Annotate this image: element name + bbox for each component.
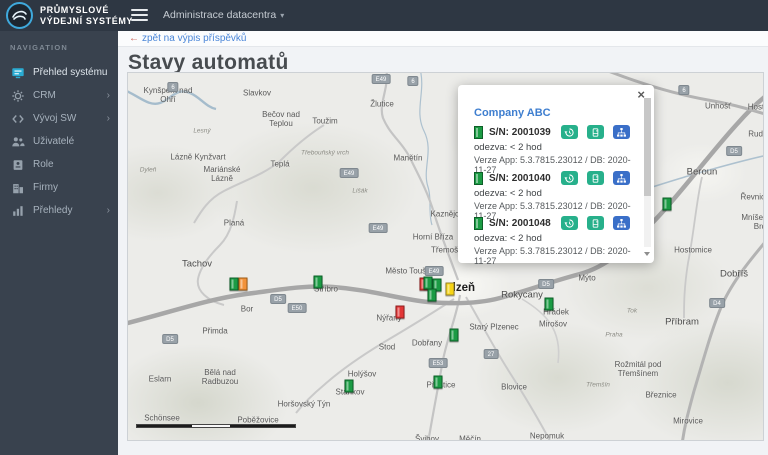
logo bbox=[6, 2, 33, 29]
chart-icon bbox=[11, 204, 25, 218]
machine-serial: S/N: 2001040 bbox=[489, 172, 551, 184]
map-marker-yellow[interactable] bbox=[445, 282, 455, 296]
code-icon bbox=[11, 112, 25, 126]
back-arrow-icon: ← bbox=[129, 33, 139, 44]
back-link[interactable]: ← zpět na výpis příspěvků bbox=[129, 33, 247, 44]
map-scale-bar bbox=[136, 424, 296, 428]
sidebar-item-role[interactable]: Role bbox=[0, 153, 118, 176]
map-marker-green[interactable] bbox=[544, 297, 554, 311]
chevron-right-icon: › bbox=[106, 113, 110, 124]
scrollbar-thumb[interactable] bbox=[644, 98, 651, 197]
machine-detail-button[interactable] bbox=[586, 171, 604, 185]
history-button[interactable] bbox=[560, 125, 578, 139]
machine-detail-button[interactable] bbox=[586, 216, 604, 230]
logo-swirl-icon bbox=[12, 10, 27, 20]
map-marker-green[interactable] bbox=[449, 328, 459, 342]
sitemap-button[interactable] bbox=[612, 171, 630, 185]
vending-machine-status-icon bbox=[474, 125, 483, 139]
chevron-down-icon: ▾ bbox=[280, 11, 285, 20]
sidebar-item-vyvoj-sw[interactable]: Vývoj SW › bbox=[0, 107, 118, 130]
machine-response: odezva: < 2 hod bbox=[474, 188, 542, 199]
sidebar-item-prehled-systemu[interactable]: Přehled systému bbox=[0, 61, 118, 84]
machine-entry: S/N: 2001048 odezva: < 2 hod Verze App: … bbox=[474, 216, 640, 266]
sidebar-item-prehledy[interactable]: Přehledy › bbox=[0, 199, 118, 222]
company-name: Company ABC bbox=[474, 107, 551, 119]
datacenter-admin-menu[interactable]: Administrace datacentra ▾ bbox=[163, 9, 284, 21]
sitemap-button[interactable] bbox=[612, 216, 630, 230]
machine-entry: S/N: 2001039 odezva: < 2 hod Verze App: … bbox=[474, 125, 640, 175]
map-marker-red[interactable] bbox=[395, 305, 405, 319]
machine-response: odezva: < 2 hod bbox=[474, 233, 542, 244]
sidebar-item-uzivatele[interactable]: Uživatelé bbox=[0, 130, 118, 153]
sitemap-button[interactable] bbox=[612, 125, 630, 139]
map-marker-green[interactable] bbox=[427, 288, 437, 302]
sidebar-item-crm[interactable]: CRM › bbox=[0, 84, 118, 107]
map-marker-orange[interactable] bbox=[238, 277, 248, 291]
vending-machine-status-icon bbox=[474, 216, 483, 230]
dashboard-icon bbox=[11, 66, 25, 80]
sidebar-item-firmy[interactable]: Firmy bbox=[0, 176, 118, 199]
chevron-right-icon: › bbox=[106, 90, 110, 101]
vending-machine-status-icon bbox=[474, 171, 483, 185]
topbar: PRŮMYSLOVÉ VÝDEJNÍ SYSTÉMY Administrace … bbox=[0, 0, 768, 31]
machine-version: Verze App: 5.3.7815.23012 / DB: 2020-11-… bbox=[474, 246, 631, 266]
map-markers bbox=[128, 73, 763, 440]
menu-icon[interactable] bbox=[131, 9, 148, 22]
map-marker-green[interactable] bbox=[433, 375, 443, 389]
map-marker-green[interactable] bbox=[662, 197, 672, 211]
gear-icon bbox=[11, 89, 25, 103]
machine-popup: × Company ABC S/N: 2001039 odezva: < 2 h… bbox=[458, 85, 654, 266]
machine-response: odezva: < 2 hod bbox=[474, 142, 542, 153]
breadcrumb-bar: ← zpět na výpis příspěvků bbox=[118, 31, 768, 47]
machine-serial: S/N: 2001039 bbox=[489, 126, 551, 138]
building-icon bbox=[11, 181, 25, 195]
nav-section-label: NAVIGATION bbox=[10, 43, 68, 52]
popup-scrollbar[interactable] bbox=[644, 98, 651, 247]
history-button[interactable] bbox=[560, 171, 578, 185]
main-content: ← zpět na výpis příspěvků Stavy automatů … bbox=[118, 31, 768, 455]
map-marker-green[interactable] bbox=[344, 379, 354, 393]
map-marker-green[interactable] bbox=[229, 277, 239, 291]
history-button[interactable] bbox=[560, 216, 578, 230]
sidebar: NAVIGATION Přehled systému CRM › Vývoj S… bbox=[0, 31, 118, 455]
machine-detail-button[interactable] bbox=[586, 125, 604, 139]
machine-entry: S/N: 2001040 odezva: < 2 hod Verze App: … bbox=[474, 171, 640, 221]
map-marker-green[interactable] bbox=[313, 275, 323, 289]
chevron-right-icon: › bbox=[106, 205, 110, 216]
scrollbar-down-arrow-icon[interactable] bbox=[643, 252, 650, 256]
machine-serial: S/N: 2001048 bbox=[489, 217, 551, 229]
brand-title: PRŮMYSLOVÉ VÝDEJNÍ SYSTÉMY bbox=[40, 5, 134, 26]
map[interactable]: Kynšperk nad Ohří Slavkov Bečov nad Teplou… bbox=[127, 72, 764, 441]
badge-icon bbox=[11, 158, 25, 172]
users-icon bbox=[11, 135, 25, 149]
